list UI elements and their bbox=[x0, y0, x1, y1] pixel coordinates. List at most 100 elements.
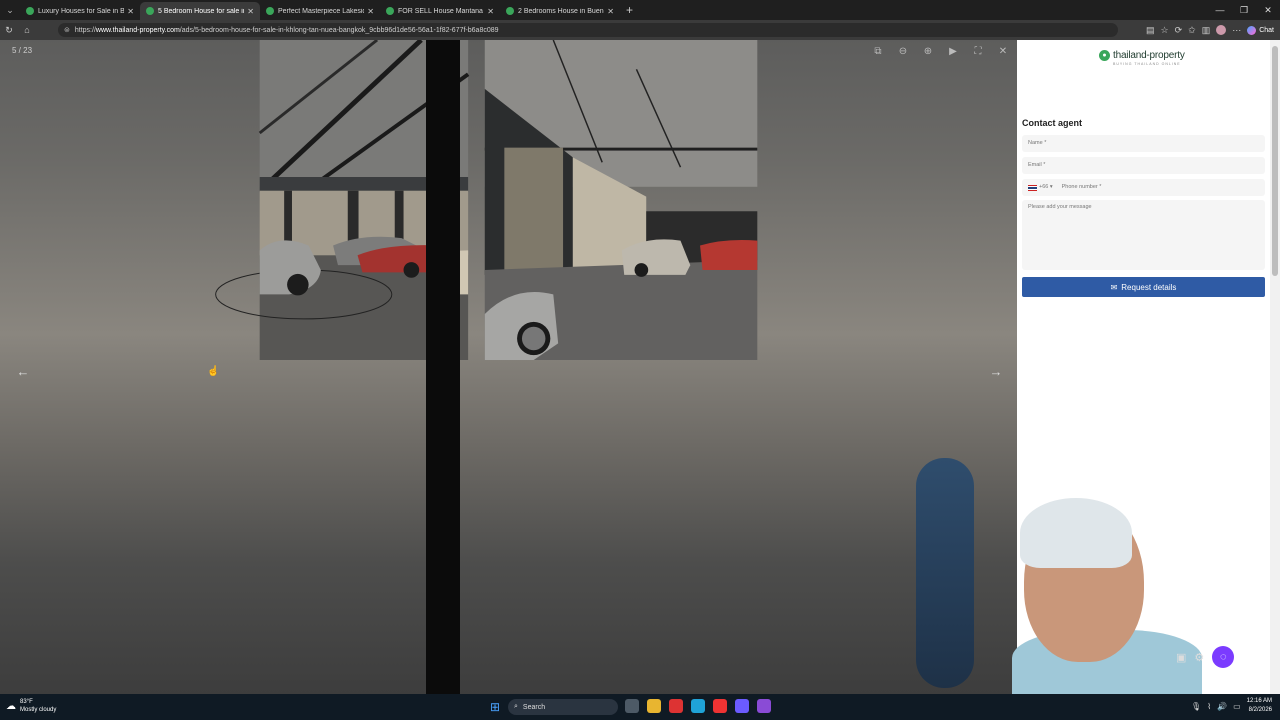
garage-photo-drawing bbox=[215, 40, 758, 360]
search-label: Search bbox=[522, 703, 546, 711]
network-icon[interactable]: ⌇ bbox=[1207, 702, 1211, 711]
thumbnails-icon[interactable]: ⧉ bbox=[870, 44, 886, 60]
avatar[interactable] bbox=[1216, 25, 1227, 35]
menu-icon[interactable]: ⋯ bbox=[1232, 25, 1241, 36]
tab-5-bedroom-house[interactable]: 5 Bedroom House for sale in Khlong ✕ bbox=[140, 2, 260, 20]
country-code: +66 bbox=[1039, 184, 1049, 190]
photo-gallery-viewer: 5 / 23 ⧉ ⊖ ⊕ ▶ ⛶ ✕ ← → ☝ bbox=[0, 40, 1017, 694]
browser-tab-strip: ⌄ Luxury Houses for Sale in Bangkok ✕ 5 … bbox=[0, 0, 1280, 20]
tab-luxury-houses[interactable]: Luxury Houses for Sale in Bangkok ✕ bbox=[20, 2, 140, 20]
zoom-out-icon[interactable]: ⊖ bbox=[895, 44, 911, 60]
minimize-icon[interactable]: — bbox=[1208, 0, 1232, 20]
extensions-icon[interactable]: ⟳ bbox=[1175, 25, 1183, 36]
page-scrollbar[interactable] bbox=[1270, 40, 1280, 694]
viewer-toolbar: ⧉ ⊖ ⊕ ▶ ⛶ ✕ bbox=[870, 44, 1011, 60]
sidebar-icon[interactable]: ▥ bbox=[1202, 25, 1211, 36]
url-prefix: https:// bbox=[74, 26, 96, 34]
tab-close-icon[interactable]: ✕ bbox=[247, 7, 254, 16]
tab-lakeside[interactable]: Perfect Masterpiece Lakeside Ram ✕ bbox=[260, 2, 380, 20]
close-window-icon[interactable]: ✕ bbox=[1256, 0, 1280, 20]
phone-placeholder: Phone number * bbox=[1061, 184, 1102, 190]
window-controls: — ❐ ✕ bbox=[1208, 0, 1280, 20]
clock-time: 12:16 AM bbox=[1246, 698, 1272, 704]
contact-agent-heading: Contact agent bbox=[1022, 118, 1083, 128]
close-viewer-icon[interactable]: ✕ bbox=[995, 44, 1011, 60]
edge-icon[interactable] bbox=[691, 699, 705, 713]
favorites-icon[interactable]: ✩ bbox=[1188, 25, 1196, 36]
thai-flag-icon bbox=[1028, 184, 1037, 191]
mic-tray-icon[interactable]: 🎙 bbox=[1191, 702, 1201, 711]
tab-close-icon[interactable]: ✕ bbox=[607, 7, 614, 16]
new-tab-icon[interactable]: + bbox=[626, 3, 633, 17]
discord-icon[interactable] bbox=[735, 699, 749, 713]
tab-close-icon[interactable]: ✕ bbox=[127, 7, 134, 16]
country-code-select[interactable]: +66 ▾ bbox=[1039, 179, 1053, 196]
search-icon: ⌕ bbox=[514, 703, 518, 710]
site-favicon-icon bbox=[386, 7, 394, 15]
previous-arrow-icon[interactable]: ← bbox=[10, 362, 36, 382]
bookmark-star-icon[interactable]: ☆ bbox=[1161, 25, 1169, 36]
clock-date: 8/2/2026 bbox=[1248, 707, 1272, 713]
weather-widget[interactable]: ☁ 83°F Mostly cloudy bbox=[6, 698, 56, 714]
file-explorer-icon[interactable] bbox=[647, 699, 661, 713]
system-tray: 🎙 ⌇ 🔊 ▭ 12:16 AM 8/2/2026 bbox=[1191, 697, 1272, 715]
clock[interactable]: 12:16 AM 8/2/2026 bbox=[1247, 697, 1272, 715]
tab-label: 5 Bedroom House for sale in Khlong bbox=[158, 7, 244, 15]
message-field[interactable]: Please add your message bbox=[1022, 200, 1265, 270]
phone-field[interactable]: +66 ▾ Phone number * bbox=[1022, 179, 1265, 196]
weather-description: Mostly cloudy bbox=[20, 707, 57, 713]
play-icon[interactable]: ▶ bbox=[945, 44, 961, 60]
windows-taskbar: ☁ 83°F Mostly cloudy ⊞ ⌕ Search 🎙 ⌇ 🔊 ▭ … bbox=[0, 694, 1280, 720]
tab-close-icon[interactable]: ✕ bbox=[487, 7, 494, 16]
site-favicon-icon bbox=[506, 7, 514, 15]
logo-mark-icon: ● bbox=[1099, 50, 1110, 61]
restore-icon[interactable]: ❐ bbox=[1232, 0, 1256, 20]
next-arrow-icon[interactable]: → bbox=[983, 362, 1009, 382]
brand-name: thailand-property bbox=[1113, 50, 1185, 61]
pillar-divider bbox=[426, 40, 460, 694]
pinned-apps bbox=[625, 699, 771, 713]
request-details-label: Request details bbox=[1121, 282, 1177, 292]
home-icon[interactable]: ⌂ bbox=[18, 25, 36, 35]
reload-icon[interactable]: ↻ bbox=[0, 25, 18, 36]
url-domain: www.thailand-property.com bbox=[95, 26, 180, 34]
record-icon[interactable]: ◌ bbox=[1212, 646, 1235, 668]
zoom-in-icon[interactable]: ⊕ bbox=[920, 44, 936, 60]
tab-mantana[interactable]: FOR SELL House Mantana Rangsit ✕ bbox=[380, 2, 500, 20]
envelope-icon: ✉ bbox=[1110, 282, 1118, 292]
install-app-icon[interactable]: ▤ bbox=[1146, 25, 1155, 36]
toolbar-actions: ▤ ☆ ⟳ ✩ ▥ ⋯ Chat bbox=[1146, 20, 1274, 40]
cloud-icon: ☁ bbox=[6, 700, 16, 712]
site-favicon-icon bbox=[266, 7, 274, 15]
site-logo[interactable]: ● thailand-property BUYING THAILAND ONLI… bbox=[1099, 50, 1185, 66]
site-favicon-icon bbox=[26, 7, 34, 15]
chat-button[interactable]: Chat bbox=[1247, 25, 1274, 35]
fullscreen-icon[interactable]: ⛶ bbox=[970, 44, 986, 60]
name-field[interactable]: Name * bbox=[1022, 135, 1265, 152]
volume-icon[interactable]: 🔊 bbox=[1217, 702, 1227, 711]
camera-icon[interactable]: ▣ bbox=[1176, 651, 1186, 664]
garage-photo bbox=[0, 40, 1017, 694]
url-field[interactable]: ⊜ https://www.thailand-property.com/ads/… bbox=[58, 23, 1118, 37]
recorder-icon[interactable] bbox=[713, 699, 727, 713]
tab-bueng-nam[interactable]: 2 Bedrooms House in Bueng Nam ✕ bbox=[500, 2, 620, 20]
request-details-button[interactable]: ✉ Request details bbox=[1022, 277, 1265, 297]
task-view-icon[interactable] bbox=[625, 699, 639, 713]
app-icon[interactable] bbox=[757, 699, 771, 713]
battery-icon[interactable]: ▭ bbox=[1233, 702, 1241, 711]
chat-label: Chat bbox=[1259, 26, 1274, 34]
email-field[interactable]: Email * bbox=[1022, 157, 1265, 174]
temperature: 83°F bbox=[20, 699, 33, 705]
windows-start-icon[interactable]: ⊞ bbox=[490, 700, 500, 714]
taskbar-search[interactable]: ⌕ Search bbox=[508, 699, 618, 715]
site-info-icon[interactable]: ⊜ bbox=[64, 26, 70, 34]
site-favicon-icon bbox=[146, 7, 154, 15]
settings-gear-icon[interactable]: ⚙ bbox=[1194, 651, 1204, 664]
tab-search-icon[interactable]: ⌄ bbox=[0, 0, 20, 20]
tab-close-icon[interactable]: ✕ bbox=[367, 7, 374, 16]
tab-label: Perfect Masterpiece Lakeside Ram bbox=[278, 7, 364, 15]
image-counter: 5 / 23 bbox=[12, 46, 33, 55]
chrome-icon[interactable] bbox=[669, 699, 683, 713]
scrollbar-thumb[interactable] bbox=[1272, 46, 1278, 276]
tab-label: 2 Bedrooms House in Bueng Nam bbox=[518, 7, 604, 15]
